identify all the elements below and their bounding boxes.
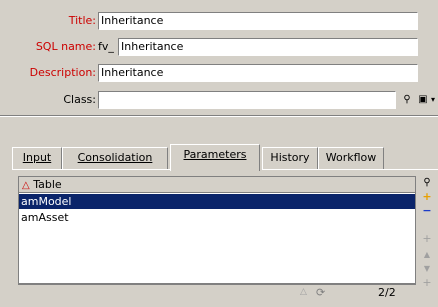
remove-icon[interactable]: − [420, 204, 434, 218]
dropdown-arrow-icon[interactable]: ▾ [431, 93, 437, 107]
description-label: Description: [29, 66, 96, 79]
tab-parameters[interactable]: Parameters [170, 144, 260, 171]
zoom-icon[interactable]: ⚲ [420, 176, 434, 190]
move-down-icon[interactable]: ▼ [420, 262, 434, 276]
insert-icon[interactable]: + [420, 232, 434, 246]
append-icon[interactable]: + [420, 276, 434, 290]
tab-history[interactable]: History [262, 147, 318, 169]
add-icon[interactable]: + [420, 190, 434, 204]
list-status-bar: △ ⟳ 2/2 [18, 284, 416, 302]
magnifier-icon[interactable]: ⚲ [400, 93, 414, 107]
class-label: Class: [63, 93, 96, 106]
description-field[interactable]: Inheritance [98, 64, 418, 82]
table-list[interactable]: △ Table amModel amAsset [18, 176, 416, 284]
table-row[interactable]: amAsset [19, 210, 415, 225]
table-column-header[interactable]: △ Table [19, 177, 415, 193]
record-count: 2/2 [378, 286, 396, 299]
tab-workflow[interactable]: Workflow [318, 147, 384, 169]
title-label: Title: [68, 14, 96, 27]
class-field[interactable] [98, 91, 396, 109]
sql-name-label: SQL name: [35, 40, 96, 53]
refresh-icon[interactable]: ⟳ [316, 286, 325, 299]
tab-consolidation[interactable]: Consolidation [62, 147, 168, 169]
move-up-icon[interactable]: ▲ [420, 248, 434, 262]
sort-icon: △ [22, 180, 30, 191]
warning-icon: △ [300, 287, 307, 297]
details-icon[interactable]: ▣ [416, 93, 430, 107]
title-field[interactable]: Inheritance [98, 12, 418, 30]
tab-input[interactable]: Input [12, 147, 62, 169]
sql-name-field[interactable]: Inheritance [118, 38, 418, 56]
sql-name-prefix: fv_ [98, 40, 114, 53]
table-row[interactable]: amModel [19, 194, 415, 209]
